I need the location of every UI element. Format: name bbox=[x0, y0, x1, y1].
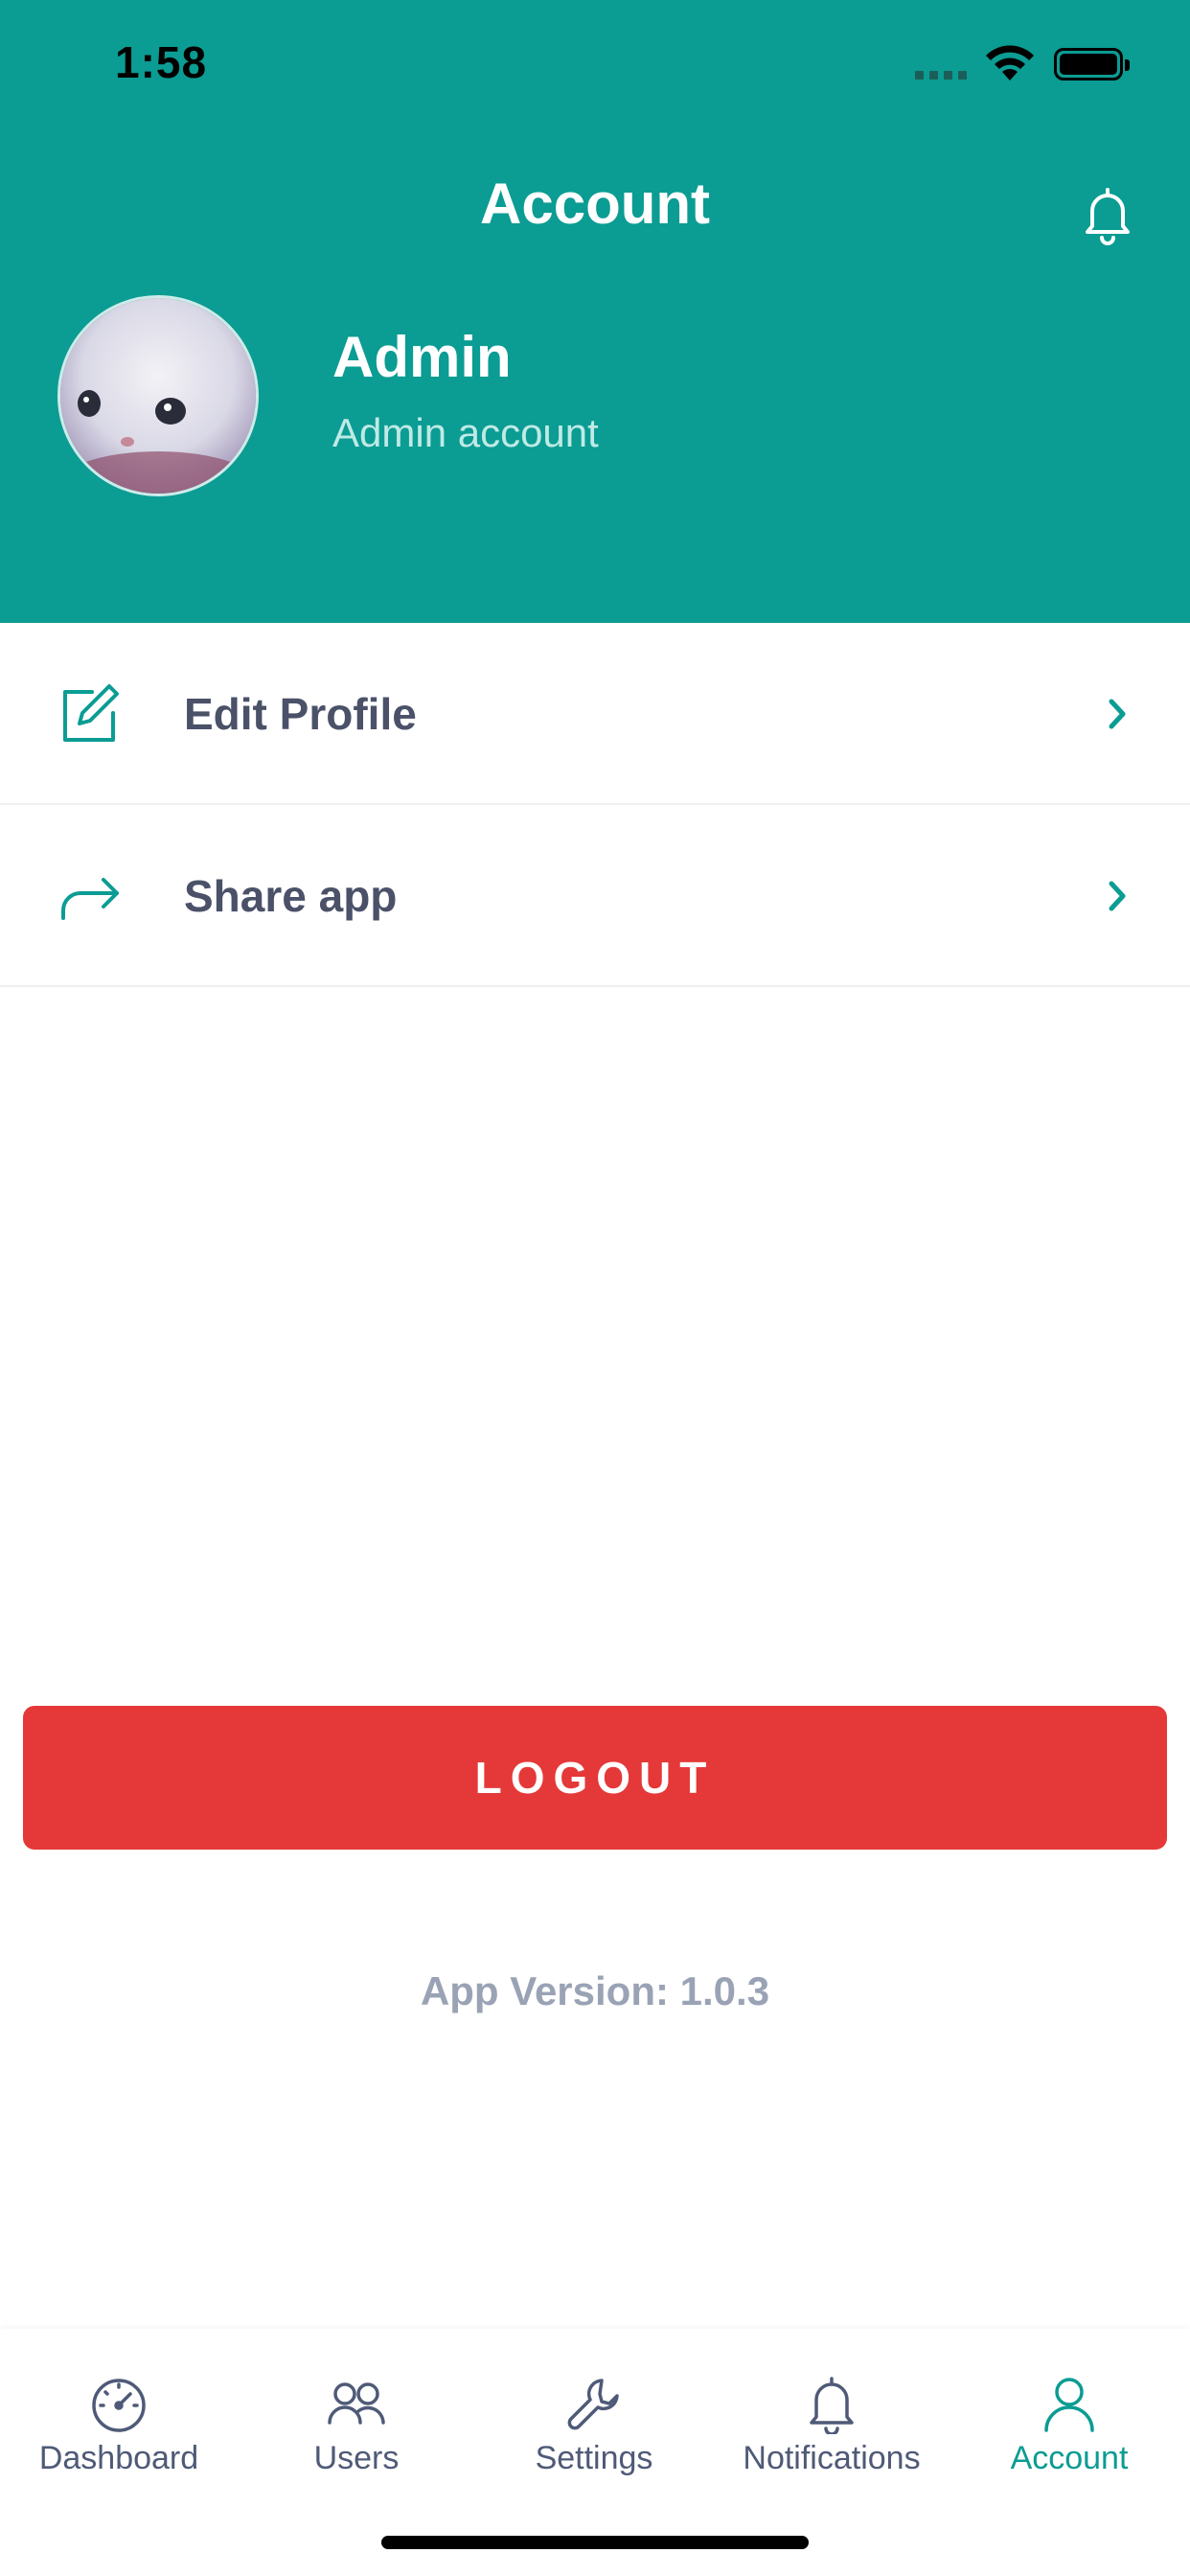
tab-label: Dashboard bbox=[38, 2440, 199, 2476]
menu-item-edit-profile[interactable]: Edit Profile bbox=[0, 623, 1190, 805]
tab-label: Settings bbox=[535, 2440, 653, 2476]
home-indicator bbox=[381, 2536, 809, 2549]
tab-label: Account bbox=[1010, 2440, 1129, 2476]
user-icon bbox=[1044, 2378, 1094, 2432]
wifi-icon bbox=[986, 45, 1034, 80]
chevron-right-icon bbox=[1109, 699, 1126, 729]
dashboard-icon bbox=[92, 2379, 146, 2432]
tab-settings[interactable]: Settings bbox=[475, 2373, 713, 2477]
logout-button[interactable]: LOGOUT bbox=[23, 1706, 1167, 1850]
share-icon bbox=[61, 878, 119, 920]
edit-icon bbox=[63, 684, 119, 742]
page-title: Account bbox=[480, 172, 710, 236]
tab-account[interactable]: Account bbox=[950, 2373, 1188, 2477]
status-time: 1:58 bbox=[115, 37, 208, 87]
tab-label: Notifications bbox=[743, 2440, 921, 2476]
bell-icon bbox=[810, 2377, 854, 2434]
avatar[interactable] bbox=[57, 295, 259, 496]
tab-notifications[interactable]: Notifications bbox=[713, 2373, 950, 2477]
wrench-icon bbox=[567, 2379, 619, 2430]
menu-item-label: Share app bbox=[184, 871, 398, 921]
battery-icon bbox=[1054, 48, 1130, 80]
profile-subtitle: Admin account bbox=[332, 410, 599, 455]
tab-users[interactable]: Users bbox=[238, 2373, 475, 2477]
app-version: App Version: 1.0.3 bbox=[420, 1968, 770, 2013]
header: 1:58 Account Admin Admin account bbox=[0, 0, 1190, 623]
cellular-signal-icon bbox=[915, 71, 967, 80]
profile-name: Admin bbox=[332, 325, 512, 389]
menu-item-label: Edit Profile bbox=[184, 689, 417, 739]
users-icon bbox=[328, 2382, 385, 2425]
menu-item-share-app[interactable]: Share app bbox=[0, 805, 1190, 987]
chevron-right-icon bbox=[1109, 881, 1126, 911]
avatar-image bbox=[60, 298, 256, 494]
tab-dashboard[interactable]: Dashboard bbox=[0, 2373, 238, 2477]
tab-label: Users bbox=[313, 2440, 400, 2476]
bell-icon[interactable] bbox=[1079, 184, 1136, 245]
